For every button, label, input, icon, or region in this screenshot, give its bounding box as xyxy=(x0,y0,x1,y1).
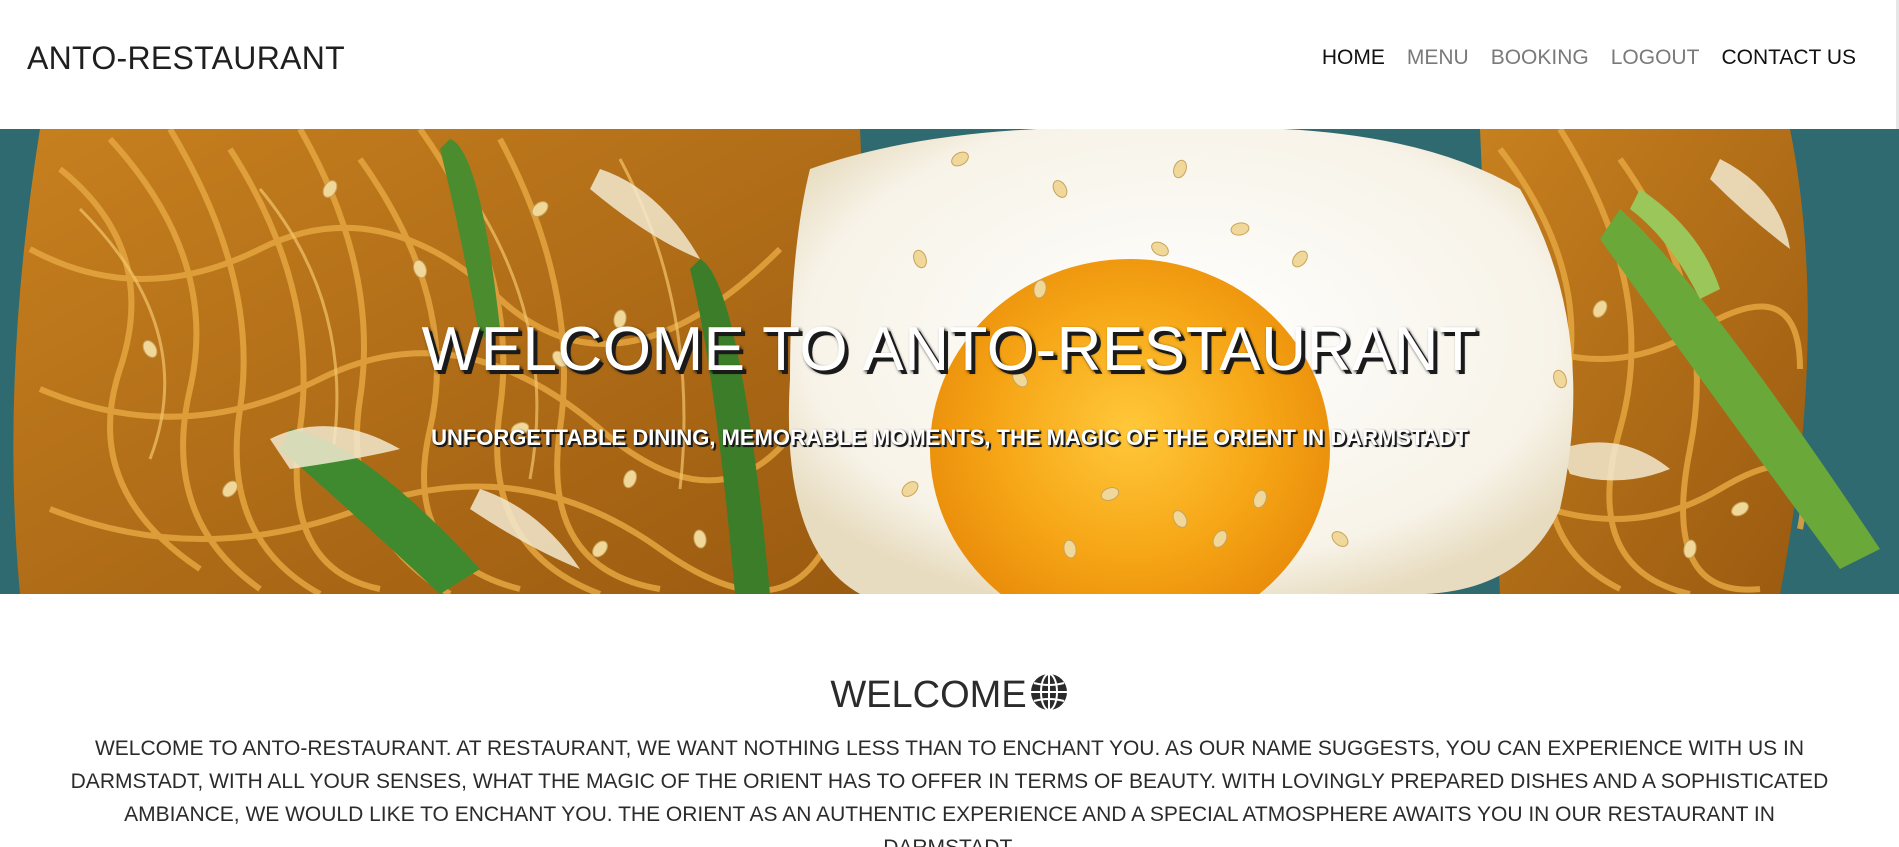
page: ANTO-RESTAURANT HOME MENU BOOKING LOGOUT… xyxy=(0,0,1899,847)
navbar: ANTO-RESTAURANT HOME MENU BOOKING LOGOUT… xyxy=(0,0,1899,129)
nav-item-logout: LOGOUT xyxy=(1611,46,1700,70)
welcome-heading: WELCOME xyxy=(0,672,1899,719)
nav-link-contact-us[interactable]: CONTACT US xyxy=(1721,46,1856,69)
welcome-heading-text: WELCOME xyxy=(830,674,1027,716)
hero-banner: WELCOME TO ANTO-RESTAURANT UNFORGETTABLE… xyxy=(0,129,1899,594)
nav-link-home[interactable]: HOME xyxy=(1322,46,1385,69)
nav-link-booking[interactable]: BOOKING xyxy=(1491,46,1589,69)
nav-link-menu[interactable]: MENU xyxy=(1407,46,1469,69)
welcome-paragraph: WELCOME TO ANTO-RESTAURANT. AT RESTAURAN… xyxy=(70,737,1829,847)
nav-item-booking: BOOKING xyxy=(1491,46,1589,70)
nav-item-home: HOME xyxy=(1322,46,1385,70)
hero-subtitle: UNFORGETTABLE DINING, MEMORABLE MOMENTS,… xyxy=(431,425,1468,450)
globe-icon xyxy=(1029,672,1069,719)
brand-logo-link[interactable]: ANTO-RESTAURANT xyxy=(27,40,345,77)
hero-title: WELCOME TO ANTO-RESTAURANT xyxy=(421,315,1478,384)
main-nav: HOME MENU BOOKING LOGOUT CONTACT US xyxy=(1322,46,1856,70)
nav-item-contact: CONTACT US xyxy=(1721,46,1856,70)
nav-item-menu: MENU xyxy=(1407,46,1469,70)
nav-link-logout[interactable]: LOGOUT xyxy=(1611,46,1700,69)
